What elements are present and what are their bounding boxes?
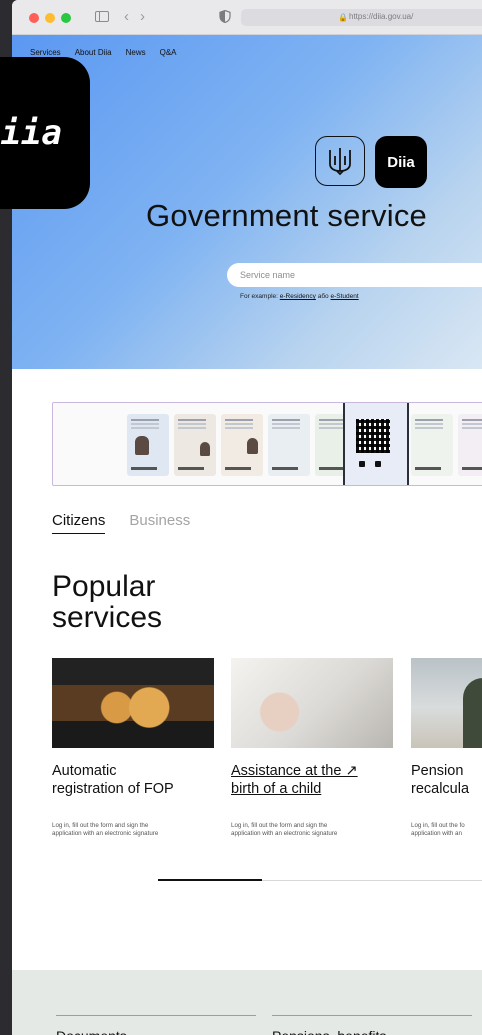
diia-app-icon: iia bbox=[0, 57, 90, 209]
example-or: або bbox=[317, 293, 329, 300]
minimize-window-button[interactable] bbox=[45, 13, 55, 23]
tab-citizens[interactable]: Citizens bbox=[52, 512, 106, 534]
popular-services-title: Popular services bbox=[52, 571, 162, 633]
maximize-window-button[interactable] bbox=[61, 13, 71, 23]
service-search-input[interactable] bbox=[227, 263, 482, 287]
example-link-estudent[interactable]: e-Student bbox=[330, 293, 358, 300]
sidebar-toggle-icon[interactable] bbox=[95, 11, 109, 22]
hero-title: Government service bbox=[146, 198, 427, 233]
nav-item-news[interactable]: News bbox=[126, 48, 146, 57]
document-card bbox=[127, 414, 169, 476]
service-card-description: Log in, fill out the form and sign the a… bbox=[52, 822, 159, 837]
service-card-title[interactable]: Assistance at the ↗ birth of a child bbox=[231, 762, 393, 798]
diia-logo: Diia bbox=[375, 136, 427, 188]
coat-of-arms-icon bbox=[315, 136, 365, 186]
service-card-title[interactable]: Pension recalcula bbox=[411, 762, 482, 798]
back-arrow-icon[interactable]: ‹ bbox=[124, 9, 129, 24]
document-card bbox=[221, 414, 263, 476]
documents-carousel[interactable] bbox=[52, 402, 482, 486]
qr-actions bbox=[359, 461, 381, 467]
document-card bbox=[268, 414, 310, 476]
example-link-eresidency[interactable]: e-Residency bbox=[280, 293, 316, 300]
category-documents[interactable]: Documents bbox=[56, 1015, 256, 1035]
qr-code-icon bbox=[356, 419, 390, 453]
document-card bbox=[458, 414, 482, 476]
privacy-shield-icon[interactable] bbox=[219, 10, 231, 23]
service-card-pension[interactable]: Pension recalcula Log in, fill out the f… bbox=[411, 658, 482, 838]
document-card bbox=[411, 414, 453, 476]
popular-title-line1: Popular bbox=[52, 570, 156, 603]
hero-emblems: Diia bbox=[315, 136, 427, 188]
service-card-description: Log in, fill out the form and sign the a… bbox=[231, 822, 338, 837]
document-card bbox=[174, 414, 216, 476]
tab-business[interactable]: Business bbox=[129, 512, 190, 534]
top-navigation: Services About Diia News Q&A bbox=[30, 48, 177, 57]
lock-icon: 🔒 bbox=[338, 13, 348, 22]
service-card-fop[interactable]: Automatic registration of FOP Log in, fi… bbox=[52, 658, 214, 838]
example-prefix: For example: bbox=[240, 293, 278, 300]
carousel-scroll-thumb[interactable] bbox=[158, 879, 262, 881]
forward-arrow-icon[interactable]: › bbox=[140, 9, 145, 24]
category-pensions-benefits[interactable]: Pensions, benefits bbox=[272, 1015, 472, 1035]
audience-tabs: Citizens Business bbox=[52, 512, 190, 534]
address-bar[interactable]: 🔒 https://diia.gov.ua/ bbox=[241, 9, 482, 26]
browser-toolbar: ‹ › 🔒 https://diia.gov.ua/ bbox=[12, 0, 482, 35]
service-card-birth-assistance[interactable]: Assistance at the ↗ birth of a child Log… bbox=[231, 658, 393, 838]
service-image-baking bbox=[52, 658, 214, 748]
service-image-pension bbox=[411, 658, 482, 748]
service-card-description: Log in, fill out the fo application with… bbox=[411, 822, 465, 837]
service-image-baby bbox=[231, 658, 393, 748]
nav-item-services[interactable]: Services bbox=[30, 48, 61, 57]
popular-title-line2: services bbox=[52, 601, 163, 634]
search-examples: For example: e-Residency або e-Student bbox=[240, 293, 359, 300]
nav-item-qa[interactable]: Q&A bbox=[160, 48, 177, 57]
close-window-button[interactable] bbox=[29, 13, 39, 23]
service-card-title[interactable]: Automatic registration of FOP bbox=[52, 762, 214, 798]
nav-item-about[interactable]: About Diia bbox=[75, 48, 112, 57]
address-url: https://diia.gov.ua/ bbox=[349, 12, 414, 21]
